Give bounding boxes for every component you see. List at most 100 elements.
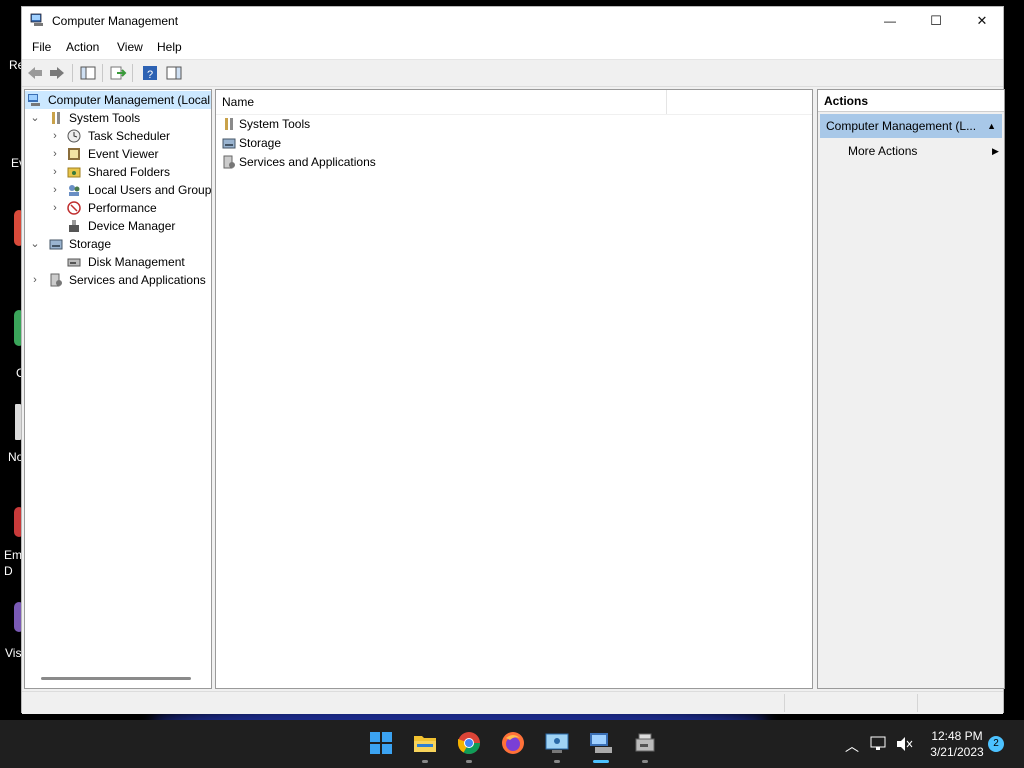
toolbar-divider [102,64,103,82]
computer-management-icon [30,13,43,26]
clock-icon [67,129,81,143]
tree-item-label: Disk Management [88,255,185,269]
console-tree: Computer Management (Local ⌄ System Tool… [24,89,212,689]
show-hide-action-pane-icon[interactable] [165,64,183,82]
toolbar: ? [22,60,1003,87]
minimize-icon: — [884,14,896,28]
list-item-label: Storage [239,136,282,150]
tree-item-label: Task Scheduler [88,129,171,143]
clock-date: 3/21/2023 [930,745,984,759]
actions-section-header[interactable]: Computer Management (L... ▲ [820,114,1002,138]
running-indicator [466,760,472,763]
menu-action[interactable]: Action [66,40,99,54]
clock-time: 12:48 PM [931,729,983,743]
tree-item-label: Performance [88,201,157,215]
computer-management-window: Computer Management — ☐ ✕ File Action Vi… [21,6,1005,714]
device-manager-icon [69,220,79,232]
tree-item-storage[interactable]: ⌄ Storage [25,235,211,253]
tree-item-local-users[interactable]: › Local Users and Groups [25,181,211,199]
chevron-right-icon[interactable]: › [29,271,41,289]
file-explorer-icon[interactable] [412,730,438,756]
computer-management-taskbar-icon[interactable] [588,730,614,756]
show-hidden-icons-chevron-icon[interactable]: ︿ [845,736,859,756]
show-hide-tree-icon[interactable] [79,64,97,82]
chevron-right-icon[interactable]: › [49,163,61,181]
system-clock[interactable]: 12:48 PM 3/21/2023 [926,728,988,760]
menu-bar: File Action View Help [22,35,1003,60]
tree-item-label: System Tools [69,111,141,125]
network-icon[interactable] [870,736,888,752]
disk-icon [67,258,81,267]
menu-help[interactable]: Help [157,40,182,54]
chevron-down-icon[interactable]: ⌄ [29,109,41,127]
active-indicator [593,760,609,763]
export-list-icon[interactable] [109,64,127,82]
status-divider [784,694,785,712]
tree-item-disk-management[interactable]: Disk Management [25,253,211,271]
list-header: Name [216,90,812,115]
notification-badge[interactable]: 2 [988,736,1004,752]
more-actions-item[interactable]: More Actions ▶ [848,142,999,160]
submenu-arrow-icon: ▶ [992,146,999,156]
title-bar[interactable]: Computer Management — ☐ ✕ [22,7,1003,35]
tools-icon [52,112,60,124]
tree-item-task-scheduler[interactable]: › Task Scheduler [25,127,211,145]
running-indicator [554,760,560,763]
column-divider[interactable] [666,90,667,114]
tree-item-services-applications[interactable]: › Services and Applications [25,271,211,289]
tree-item-performance[interactable]: › Performance [25,199,211,217]
tree-item-shared-folders[interactable]: › Shared Folders [25,163,211,181]
volume-muted-icon[interactable] [896,736,914,752]
chevron-right-icon[interactable]: › [49,199,61,217]
results-list: Name System Tools Storage Services and A… [215,89,813,689]
close-button[interactable]: ✕ [959,7,1005,35]
horizontal-scrollbar[interactable] [41,677,191,680]
tree-item-system-tools[interactable]: ⌄ System Tools [25,109,211,127]
remote-desktop-icon[interactable] [544,730,570,756]
firefox-icon[interactable] [500,730,526,756]
forward-icon[interactable] [48,64,66,82]
collapse-up-icon[interactable]: ▲ [987,114,996,138]
event-viewer-icon [68,148,80,160]
chevron-right-icon[interactable]: › [49,145,61,163]
chevron-right-icon[interactable]: › [49,181,61,199]
users-icon [69,185,80,196]
tree-item-event-viewer[interactable]: › Event Viewer [25,145,211,163]
tree-item-label: Local Users and Groups [88,183,212,197]
chrome-icon[interactable] [456,730,482,756]
tree-item-root[interactable]: Computer Management (Local [25,91,211,109]
back-icon[interactable] [26,64,44,82]
windows-start-icon[interactable] [368,730,394,756]
column-header-name[interactable]: Name [222,95,254,109]
status-bar [22,691,1003,714]
chevron-right-icon[interactable]: › [49,127,61,145]
chevron-down-icon[interactable]: ⌄ [29,235,41,253]
shared-folder-icon [67,167,81,178]
menu-view[interactable]: View [117,40,143,54]
disk-cleanup-icon[interactable] [632,730,658,756]
storage-icon [49,239,63,250]
actions-title: Actions [818,90,1004,112]
window-title: Computer Management [52,14,179,28]
storage-icon [222,138,236,149]
tree-item-label: Storage [69,237,112,251]
tree-item-label: Shared Folders [88,165,171,179]
menu-file[interactable]: File [32,40,51,54]
taskbar: ︿ 12:48 PM 3/21/2023 [0,720,1024,768]
list-item-label: System Tools [239,117,311,131]
help-icon[interactable]: ? [141,64,159,82]
toolbar-divider [132,64,133,82]
svg-text:?: ? [147,69,153,81]
status-divider [917,694,918,712]
tree-item-device-manager[interactable]: Device Manager [25,217,211,235]
tools-icon [225,118,233,130]
actions-pane: Actions Computer Management (L... ▲ More… [817,89,1005,689]
performance-icon [67,201,81,215]
tree-item-label: Computer Management (Local [48,93,211,107]
maximize-button[interactable]: ☐ [913,7,959,35]
services-icon [223,155,235,169]
running-indicator [642,760,648,763]
computer-management-icon [28,94,40,106]
minimize-button[interactable]: — [867,7,913,35]
maximize-icon: ☐ [930,13,942,28]
